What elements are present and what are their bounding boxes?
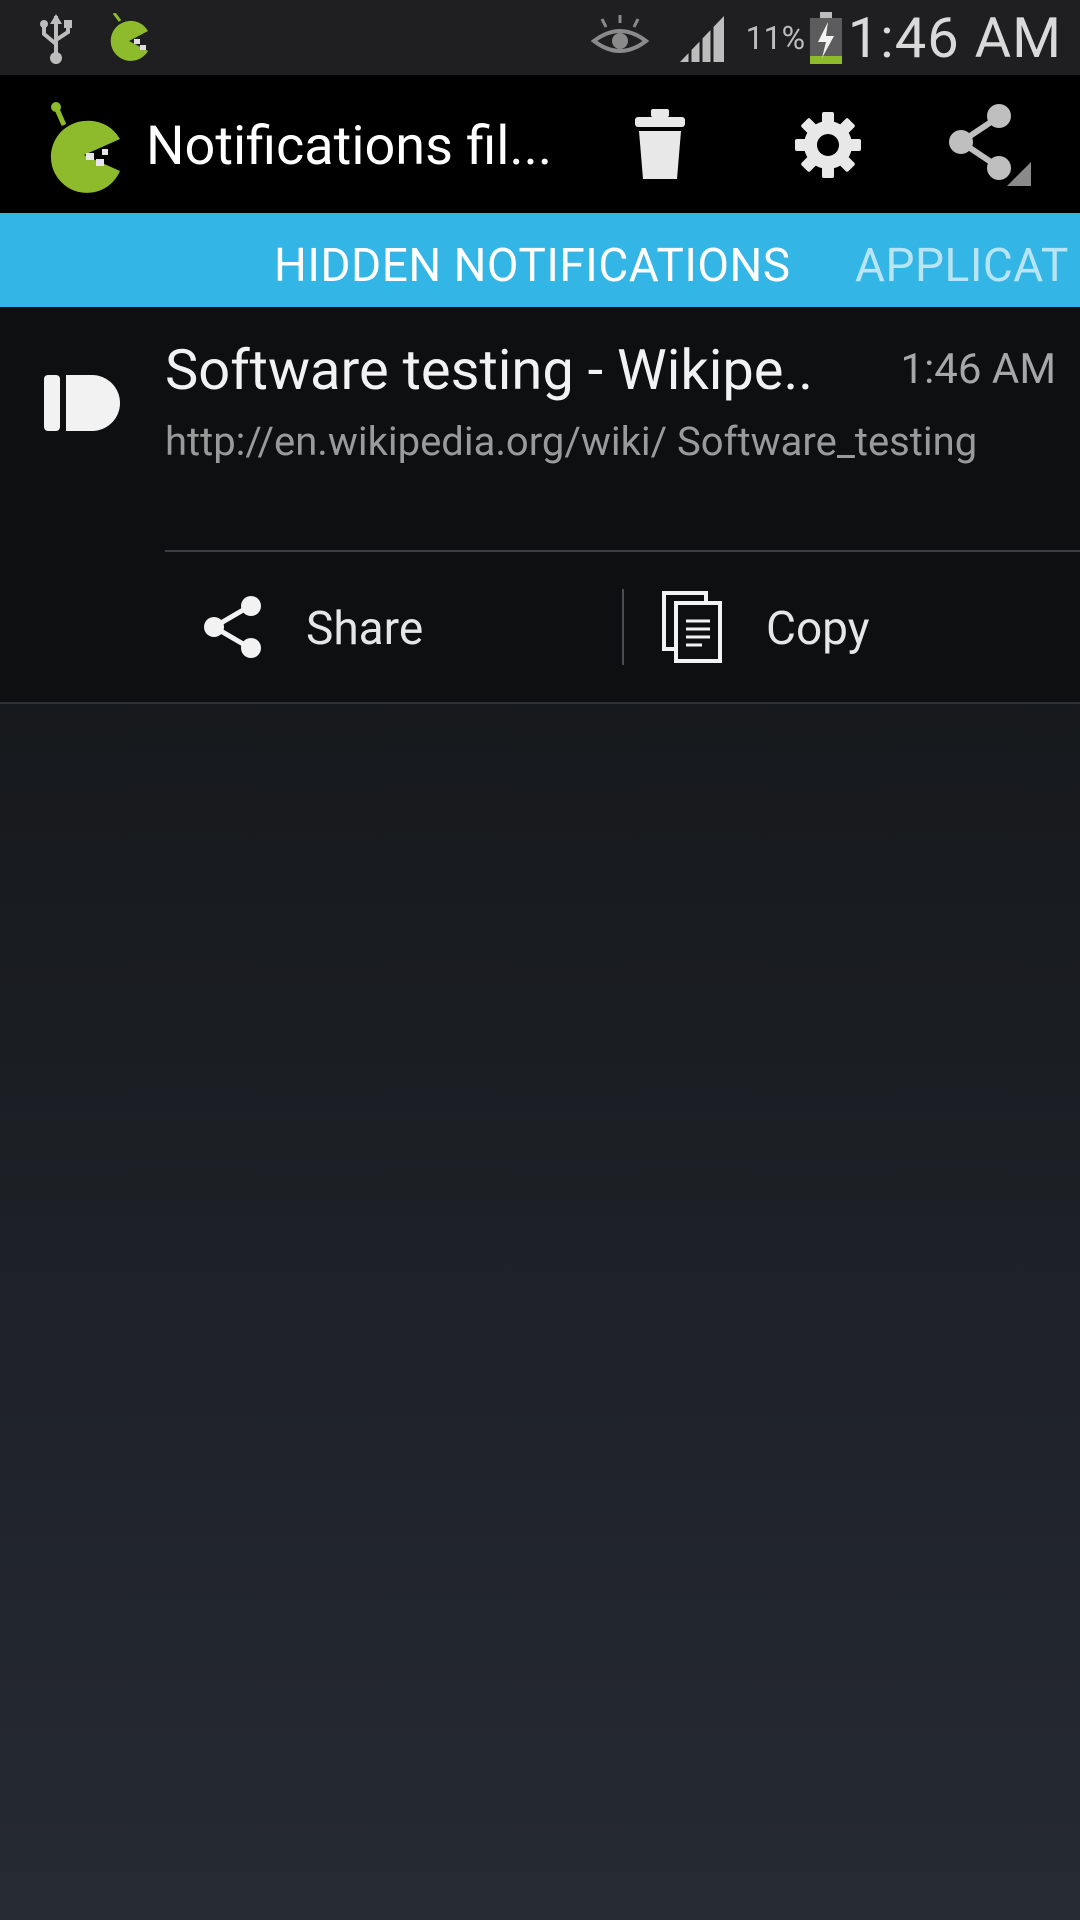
- pushbullet-icon: [44, 373, 122, 433]
- status-bar: 11% 1:46 AM: [0, 0, 1080, 75]
- share-action-button[interactable]: Share: [202, 579, 423, 679]
- notification-title: Software testing - Wikipe..: [165, 337, 814, 403]
- divider: [165, 550, 1080, 552]
- notification-card[interactable]: Software testing - Wikipe.. 1:46 AM http…: [0, 307, 1080, 704]
- app-logo-icon[interactable]: [46, 99, 122, 195]
- copy-label: Copy: [766, 602, 870, 656]
- tab-bar: HIDDEN NOTIFICATIONS APPLICAT: [0, 213, 1080, 307]
- copy-icon: [662, 591, 724, 667]
- app-title: Notifications fil...: [146, 115, 553, 178]
- signal-icon: [678, 0, 728, 75]
- notification-url: http://en.wikipedia.org/wiki/ Software_t…: [165, 418, 978, 465]
- battery-percent: 11%: [745, 18, 805, 57]
- share-icon[interactable]: [945, 104, 1035, 186]
- gear-icon[interactable]: [783, 105, 873, 185]
- action-separator: [622, 589, 624, 665]
- usb-icon: [38, 0, 78, 75]
- share-label: Share: [306, 602, 424, 656]
- app-notification-icon: [106, 0, 152, 75]
- status-time: 1:46 AM: [847, 4, 1062, 71]
- eye-icon: [590, 0, 650, 75]
- copy-action-button[interactable]: Copy: [662, 579, 870, 679]
- tab-applications[interactable]: APPLICAT: [855, 239, 1069, 293]
- trash-icon[interactable]: [615, 105, 705, 185]
- tab-hidden-notifications[interactable]: HIDDEN NOTIFICATIONS: [274, 239, 791, 293]
- share-icon: [202, 596, 264, 662]
- action-bar: Notifications fil...: [0, 75, 1080, 213]
- notification-time: 1:46 AM: [900, 345, 1056, 394]
- battery-charging-icon: [808, 0, 844, 75]
